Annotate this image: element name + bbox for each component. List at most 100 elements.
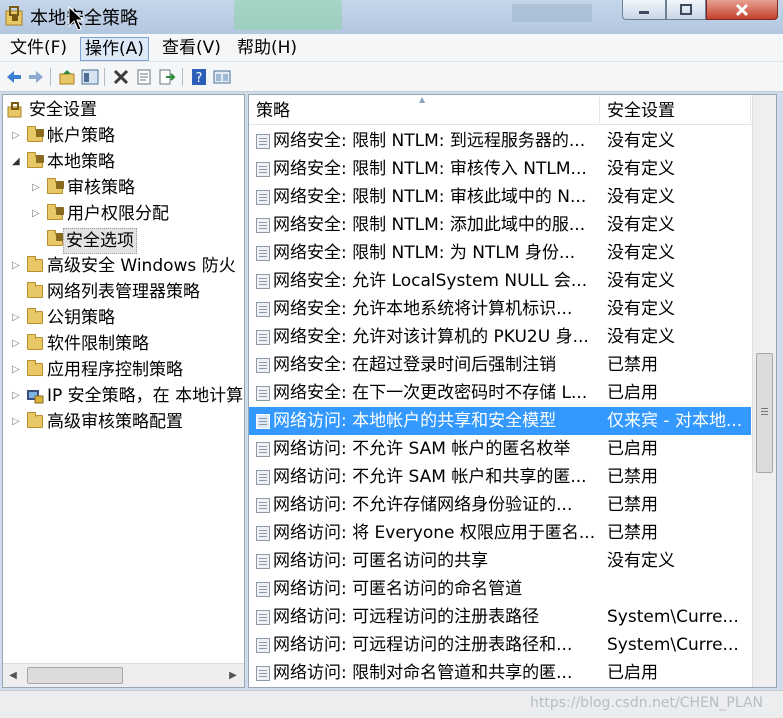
tree-item-ip-security[interactable]: ▷ IP 安全策略，在 本地计算 (3, 383, 243, 409)
show-hide-tree-icon[interactable] (81, 68, 99, 86)
tree-item-user-rights-assignment[interactable]: ▷ 用户权限分配 (3, 201, 243, 227)
table-row[interactable]: 网络安全: 限制 NTLM: 添加此域中的服... 没有定义 (249, 211, 751, 239)
policy-name-cell: 网络安全: 允许本地系统将计算机标识... (273, 299, 573, 319)
collapse-arrow-icon[interactable]: ◢ (12, 149, 22, 175)
scroll-right-icon[interactable]: ▶ (223, 664, 243, 687)
scrollbar-thumb[interactable] (27, 667, 123, 684)
tree-label: 软件限制策略 (47, 334, 149, 354)
properties-icon[interactable] (135, 68, 153, 86)
table-row[interactable]: 网络访问: 不允许 SAM 帐户和共享的匿... 已禁用 (249, 463, 751, 491)
table-row[interactable]: 网络访问: 本地帐户的共享和安全模型 仅来宾 - 对本地... (249, 407, 751, 435)
policy-item-icon (256, 498, 270, 513)
policy-name-cell: 网络安全: 在下一次更改密码时不存储 L... (273, 383, 588, 403)
list-vertical-scrollbar[interactable] (752, 95, 776, 687)
table-row[interactable]: 网络安全: 在下一次更改密码时不存储 L... 已启用 (249, 379, 751, 407)
console-view-icon[interactable] (213, 68, 231, 86)
table-row[interactable]: 网络访问: 可匿名访问的共享 没有定义 (249, 547, 751, 575)
menu-help[interactable]: 帮助(H) (233, 37, 301, 61)
security-setting-cell: System\Curre... (607, 635, 739, 655)
expand-arrow-icon[interactable]: ▷ (12, 123, 22, 149)
table-row[interactable]: 网络访问: 可远程访问的注册表路径 System\Curre... (249, 603, 751, 631)
menu-action[interactable]: 操作(A) (80, 37, 149, 61)
expand-arrow-icon[interactable]: ▷ (12, 383, 22, 409)
expand-arrow-icon[interactable]: ▷ (12, 357, 22, 383)
security-setting-cell: 没有定义 (607, 187, 675, 207)
toolbar-separator (50, 68, 51, 86)
ip-security-icon (27, 390, 44, 404)
security-setting-cell: 已启用 (607, 663, 658, 683)
policy-name-cell: 网络访问: 限制对命名管道和共享的匿... (273, 663, 573, 683)
table-row[interactable]: 网络访问: 限制对命名管道和共享的匿... 已启用 (249, 659, 751, 687)
folder-icon (27, 256, 43, 272)
help-icon[interactable]: ? (190, 68, 208, 86)
security-setting-cell: 没有定义 (607, 551, 675, 571)
tree-item-network-list-manager[interactable]: 网络列表管理器策略 (3, 279, 243, 305)
table-row[interactable]: 网络访问: 不允许 SAM 帐户的匿名枚举 已启用 (249, 435, 751, 463)
tree-label: 安全设置 (29, 100, 97, 120)
table-row[interactable]: 网络访问: 可远程访问的注册表路径和... System\Curre... (249, 631, 751, 659)
table-row[interactable]: 网络安全: 允许对该计算机的 PKU2U 身... 没有定义 (249, 323, 751, 351)
minimize-button[interactable] (622, 0, 666, 20)
table-row[interactable]: 网络访问: 不允许存储网络身份验证的... 已禁用 (249, 491, 751, 519)
expand-arrow-icon[interactable]: ▷ (12, 253, 22, 279)
menu-bar: 文件(F) 操作(A) 查看(V) 帮助(H) (0, 34, 783, 62)
scrollbar-thumb[interactable] (756, 353, 773, 473)
tree-item-software-restriction[interactable]: ▷ 软件限制策略 (3, 331, 243, 357)
lock-badge-icon (56, 181, 64, 189)
column-header-policy[interactable]: 策略 (249, 95, 599, 125)
tree-item-account-policies[interactable]: ▷ 帐户策略 (3, 123, 243, 149)
svg-text:?: ? (196, 71, 203, 86)
tree-item-local-policies[interactable]: ◢ 本地策略 (3, 149, 243, 175)
expand-arrow-icon[interactable]: ▷ (32, 201, 42, 227)
tree-horizontal-scrollbar[interactable]: ◀ ▶ (3, 663, 244, 687)
table-row[interactable]: 网络安全: 限制 NTLM: 审核此域中的 N... 没有定义 (249, 183, 751, 211)
tree-label: 应用程序控制策略 (47, 360, 183, 380)
menu-file[interactable]: 文件(F) (6, 37, 71, 61)
folder-icon (27, 308, 43, 324)
table-row[interactable]: 网络安全: 允许 LocalSystem NULL 会... 没有定义 (249, 267, 751, 295)
expand-arrow-icon[interactable]: ▷ (32, 175, 42, 201)
security-setting-cell: 已禁用 (607, 467, 658, 487)
table-row[interactable]: 网络安全: 允许本地系统将计算机标识... 没有定义 (249, 295, 751, 323)
policy-name-cell: 网络安全: 限制 NTLM: 到远程服务器的... (273, 131, 586, 151)
table-row[interactable]: 网络访问: 将 Everyone 权限应用于匿名... 已禁用 (249, 519, 751, 547)
security-setting-cell: 没有定义 (607, 299, 675, 319)
policy-item-icon (256, 666, 270, 681)
policy-name-cell: 网络安全: 限制 NTLM: 审核传入 NTLM... (273, 159, 587, 179)
tree-item-advanced-audit[interactable]: ▷ 高级审核策略配置 (3, 409, 243, 435)
policy-item-icon (256, 218, 270, 233)
close-button[interactable] (706, 0, 778, 20)
tree-item-security-options[interactable]: 安全选项 (3, 227, 243, 254)
table-row[interactable]: 网络安全: 限制 NTLM: 为 NTLM 身份... 没有定义 (249, 239, 751, 267)
forward-arrow-icon[interactable] (27, 68, 45, 86)
expand-arrow-icon[interactable]: ▷ (12, 409, 22, 435)
table-row[interactable]: 网络安全: 限制 NTLM: 审核传入 NTLM... 没有定义 (249, 155, 751, 183)
maximize-button[interactable] (666, 0, 706, 20)
table-row[interactable]: 网络安全: 在超过登录时间后强制注销 已禁用 (249, 351, 751, 379)
expand-arrow-icon[interactable]: ▷ (12, 331, 22, 357)
security-policy-icon (5, 6, 23, 26)
maximize-icon (680, 3, 692, 15)
security-setting-cell: 已启用 (607, 383, 658, 403)
up-folder-icon[interactable] (58, 68, 76, 86)
column-divider[interactable] (750, 97, 751, 123)
back-arrow-icon[interactable] (5, 68, 23, 86)
policy-item-icon (256, 274, 270, 289)
column-header-setting[interactable]: 安全设置 (600, 95, 750, 125)
table-row[interactable]: 网络访问: 可匿名访问的命名管道 (249, 575, 751, 603)
expand-arrow-icon[interactable]: ▷ (12, 305, 22, 331)
close-icon (735, 3, 749, 16)
scroll-left-icon[interactable]: ◀ (3, 664, 23, 687)
policy-name-cell: 网络访问: 可匿名访问的共享 (273, 551, 489, 571)
lock-badge-icon (56, 207, 64, 215)
tree-item-public-key-policies[interactable]: ▷ 公钥策略 (3, 305, 243, 331)
tree-item-windows-firewall[interactable]: ▷ 高级安全 Windows 防火 (3, 253, 243, 279)
delete-icon[interactable] (112, 68, 130, 86)
tree-item-audit-policy[interactable]: ▷ 审核策略 (3, 175, 243, 201)
menu-view[interactable]: 查看(V) (158, 37, 225, 61)
table-row[interactable]: 网络安全: 限制 NTLM: 到远程服务器的... 没有定义 (249, 127, 751, 155)
policy-list-pane: ▲ 策略 安全设置 网络安全: 限制 NTLM: 到远程服务器的... 没有定义网… (248, 94, 777, 688)
export-list-icon[interactable] (158, 68, 176, 86)
policy-name-cell: 网络安全: 限制 NTLM: 添加此域中的服... (273, 215, 586, 235)
tree-item-application-control[interactable]: ▷ 应用程序控制策略 (3, 357, 243, 383)
